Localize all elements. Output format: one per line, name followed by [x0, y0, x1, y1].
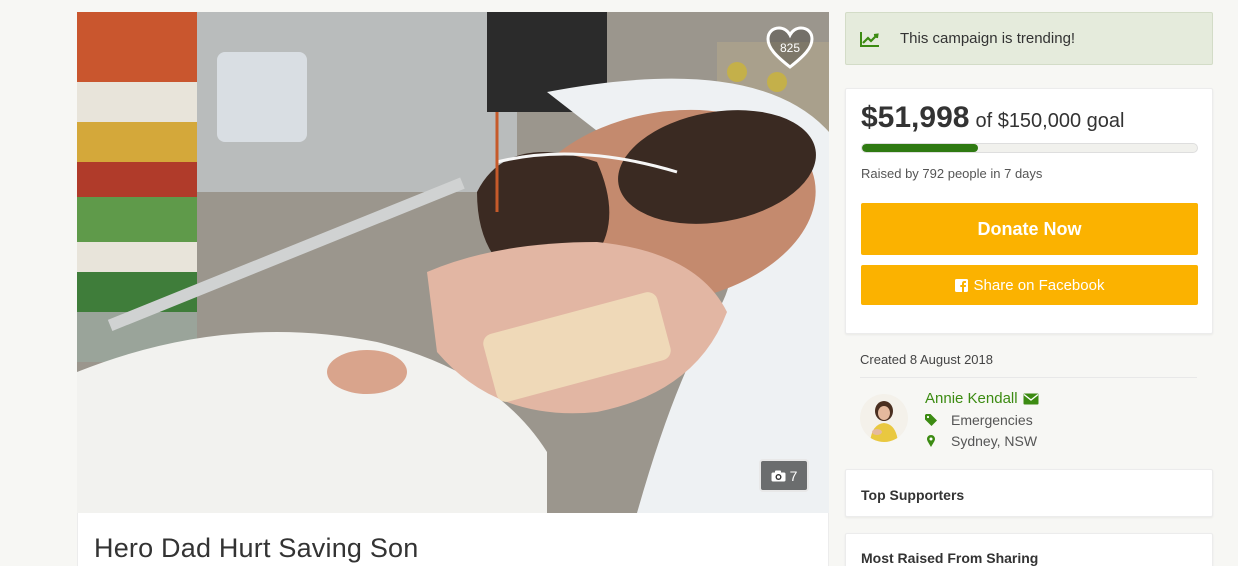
raised-amount: $51,998	[861, 101, 970, 134]
photo-gallery-button[interactable]: 7	[759, 459, 809, 492]
tag-icon	[925, 414, 937, 426]
campaign-sidebar: This campaign is trending! $51,998 of $1…	[845, 12, 1213, 566]
campaign-main: 825 7 Hero Dad Hurt Saving Son	[77, 12, 829, 566]
top-supporters-card: Top Supporters	[845, 469, 1213, 517]
organizer-avatar[interactable]	[860, 394, 908, 442]
created-date: Created 8 August 2018	[860, 352, 1197, 378]
map-pin-icon	[927, 435, 935, 447]
share-facebook-button[interactable]: Share on Facebook	[861, 265, 1198, 305]
envelope-icon[interactable]	[1023, 393, 1039, 405]
trending-banner: This campaign is trending!	[845, 12, 1213, 65]
funding-card: $51,998 of $150,000 goal Raised by 792 p…	[845, 88, 1213, 334]
top-supporters-heading: Top Supporters	[861, 487, 965, 503]
share-facebook-label: Share on Facebook	[973, 276, 1105, 294]
hospital-photo	[77, 12, 829, 513]
category-row: Emergencies	[925, 412, 1039, 428]
most-raised-sharing-heading: Most Raised From Sharing	[861, 550, 1039, 566]
trending-text: This campaign is trending!	[900, 30, 1076, 47]
goal-text: of $150,000 goal	[975, 110, 1125, 132]
organizer-link[interactable]: Annie Kendall	[925, 390, 1039, 407]
location-text: Sydney, NSW	[951, 433, 1038, 449]
progress-fill	[862, 144, 979, 152]
campaign-meta: Created 8 August 2018 Annie Kendall Emer…	[845, 334, 1213, 449]
progress-bar	[861, 143, 1198, 153]
heart-button[interactable]: 825	[766, 26, 814, 70]
organizer-block: Annie Kendall Emergencies Sydney, NSW	[860, 390, 1198, 449]
amount-line: $51,998 of $150,000 goal	[861, 101, 1197, 135]
organizer-name: Annie Kendall	[925, 390, 1018, 407]
raised-by-text: Raised by 792 people in 7 days	[861, 166, 1043, 181]
most-raised-sharing-card: Most Raised From Sharing	[845, 533, 1213, 566]
donate-button[interactable]: Donate Now	[861, 203, 1198, 255]
category-link[interactable]: Emergencies	[951, 412, 1033, 428]
campaign-title: Hero Dad Hurt Saving Son	[94, 533, 419, 563]
title-card: Hero Dad Hurt Saving Son	[77, 513, 829, 566]
camera-icon	[771, 470, 786, 481]
location-row: Sydney, NSW	[925, 433, 1039, 449]
trending-chart-icon	[860, 31, 879, 47]
campaign-hero-image[interactable]: 825 7	[77, 12, 829, 513]
photo-count-label: 7	[789, 467, 798, 484]
heart-count: 825	[779, 41, 801, 55]
organizer-details: Annie Kendall Emergencies Sydney, NSW	[925, 390, 1039, 449]
facebook-icon	[954, 278, 968, 292]
